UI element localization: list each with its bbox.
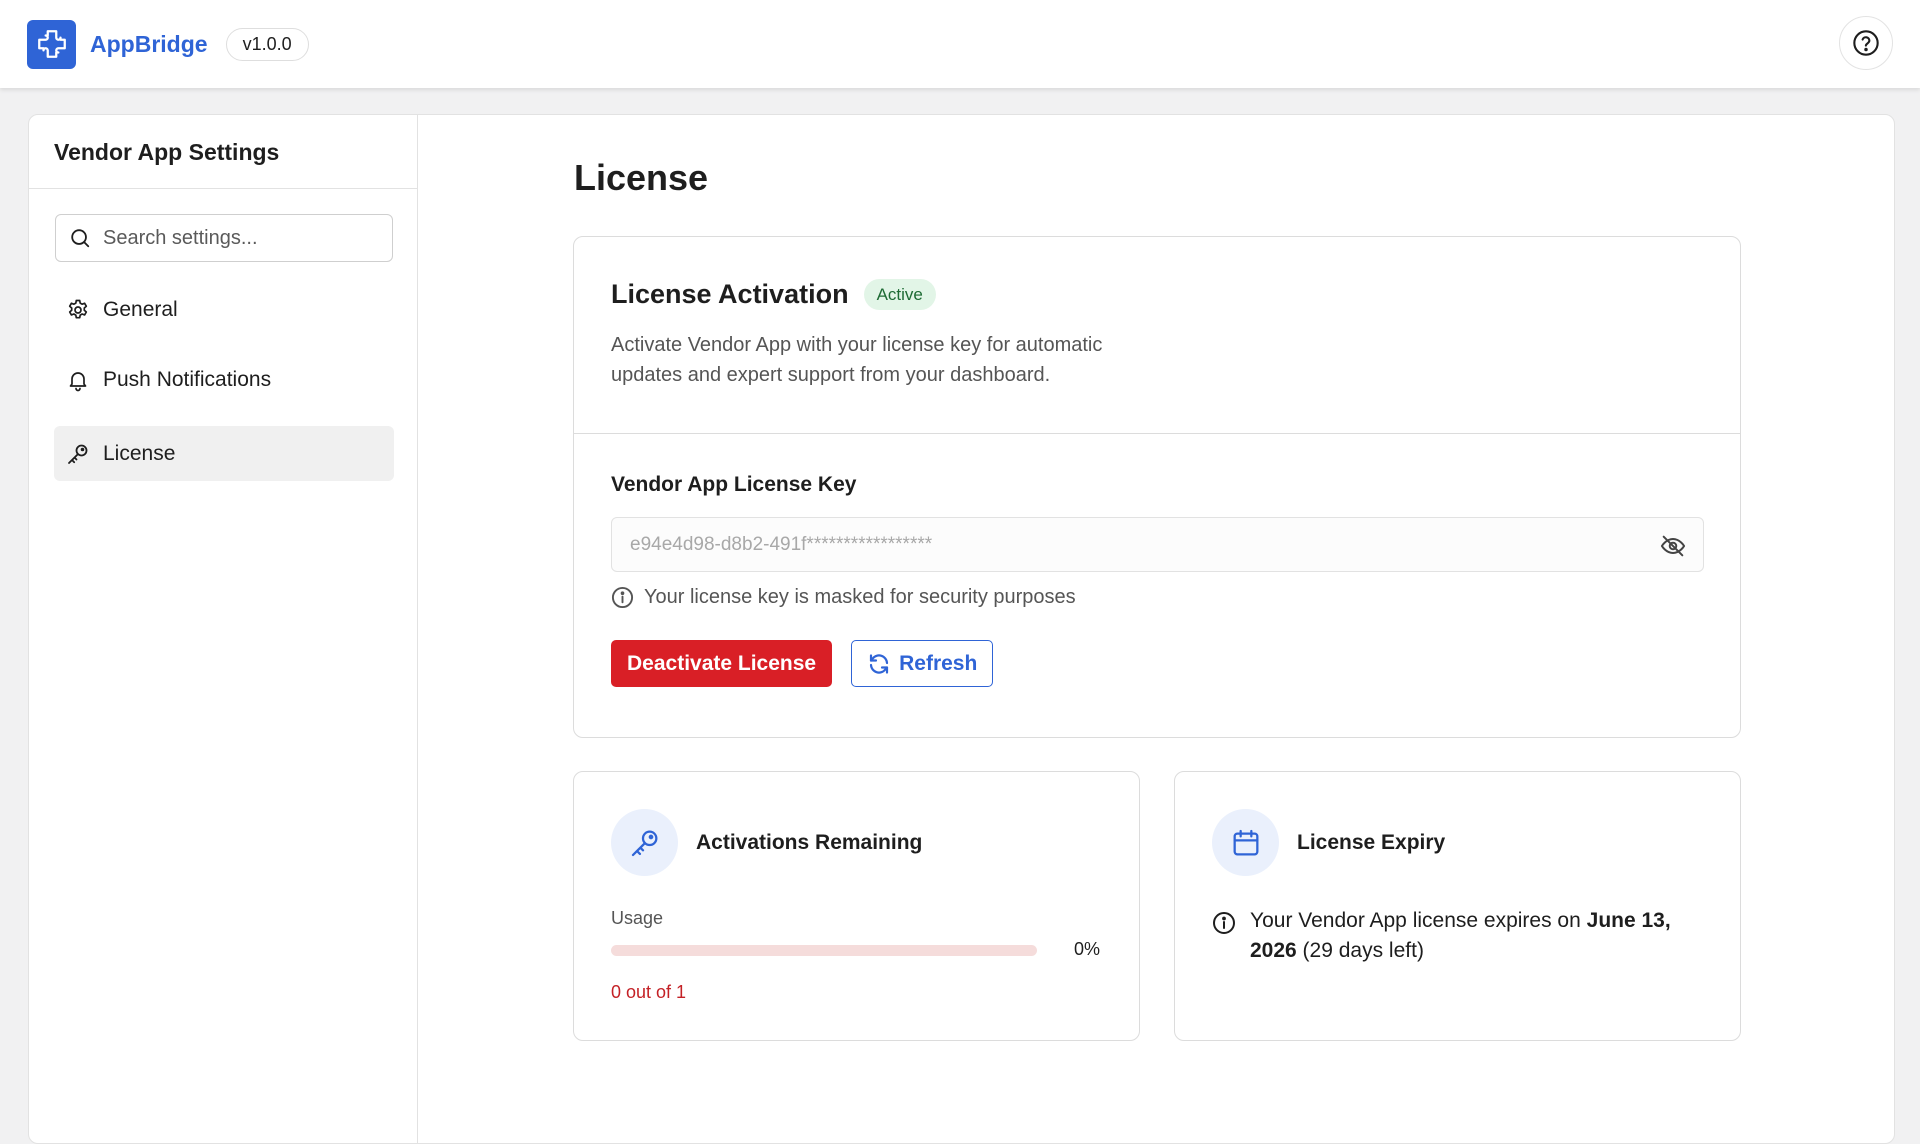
app-logo[interactable]	[27, 19, 76, 69]
info-icon	[1213, 912, 1235, 934]
main-content: License License Activation Active Activa…	[418, 115, 1894, 1143]
activation-actions: Deactivate License Refresh	[611, 640, 1740, 687]
refresh-icon	[870, 653, 889, 674]
eye-off-icon	[1660, 535, 1686, 557]
activation-title: License Activation	[611, 279, 849, 309]
bell-icon	[69, 371, 87, 391]
usage-label: Usage	[611, 908, 664, 928]
puzzle-plus-icon	[37, 30, 66, 58]
help-button[interactable]	[1839, 16, 1893, 70]
expiry-text: Your Vendor App license expires on June …	[1250, 906, 1702, 966]
sidebar-title: Vendor App Settings	[29, 115, 417, 189]
usage-progress-bar	[611, 945, 1037, 956]
masked-key-hint: Your license key is masked for security …	[611, 586, 1740, 609]
key-icon	[68, 444, 88, 464]
license-expiry-card: License Expiry Your Vendor App license e…	[1174, 771, 1741, 1041]
key-icon	[631, 830, 657, 856]
activations-title: Activations Remaining	[696, 830, 923, 854]
activation-description: Activate Vendor App with your license ke…	[611, 334, 1103, 386]
brand-name: AppBridge	[90, 30, 208, 57]
activation-header: License Activation Active Activate Vendo…	[574, 237, 1740, 434]
sidebar-item-license[interactable]: License	[54, 426, 394, 481]
search-input[interactable]	[103, 226, 373, 250]
expiry-title: License Expiry	[1297, 830, 1446, 854]
expiry-text-prefix: Your Vendor App license expires on	[1250, 909, 1587, 932]
search-icon	[71, 229, 90, 248]
sidebar-item-label: General	[103, 297, 178, 321]
search-box[interactable]	[55, 214, 393, 262]
gear-icon	[68, 299, 88, 319]
activations-remaining-card: Activations Remaining Usage 0% 0 out of …	[573, 771, 1140, 1041]
settings-panel: Vendor App Settings General Push Notific…	[28, 114, 1895, 1144]
usage-count: 0 out of 1	[611, 982, 687, 1002]
expiry-icon-badge	[1212, 809, 1279, 876]
license-key-field[interactable]	[611, 517, 1704, 572]
sidebar-item-label: Push Notifications	[103, 367, 272, 391]
page-title: License	[574, 157, 709, 198]
sidebar-item-general[interactable]: General	[54, 282, 394, 337]
version-badge: v1.0.0	[225, 27, 309, 61]
license-key-input[interactable]	[630, 533, 1610, 556]
status-badge: Active	[863, 279, 936, 310]
license-activation-card: License Activation Active Activate Vendo…	[573, 236, 1741, 738]
hint-text: Your license key is masked for security …	[644, 586, 1076, 608]
sidebar-item-push-notifications[interactable]: Push Notifications	[54, 352, 394, 407]
sidebar-item-label: License	[103, 441, 176, 465]
help-circle-icon	[1853, 30, 1879, 56]
activation-body: Vendor App License Key Y	[574, 434, 1740, 687]
expiry-days-left: (29 days left)	[1296, 939, 1424, 962]
refresh-button[interactable]: Refresh	[851, 640, 994, 687]
top-bar: AppBridge v1.0.0	[0, 0, 1920, 88]
sidebar: Vendor App Settings General Push Notific…	[29, 115, 418, 1143]
refresh-label: Refresh	[899, 651, 978, 675]
calendar-icon	[1233, 829, 1258, 855]
usage-percent: 0%	[1074, 939, 1101, 959]
toggle-visibility-button[interactable]	[1659, 532, 1687, 565]
deactivate-license-button[interactable]: Deactivate License	[611, 640, 833, 687]
license-key-label: Vendor App License Key	[611, 473, 857, 496]
info-icon	[611, 586, 634, 609]
activations-icon-badge	[611, 809, 678, 876]
expiry-message: Your Vendor App license expires on June …	[1212, 906, 1702, 966]
